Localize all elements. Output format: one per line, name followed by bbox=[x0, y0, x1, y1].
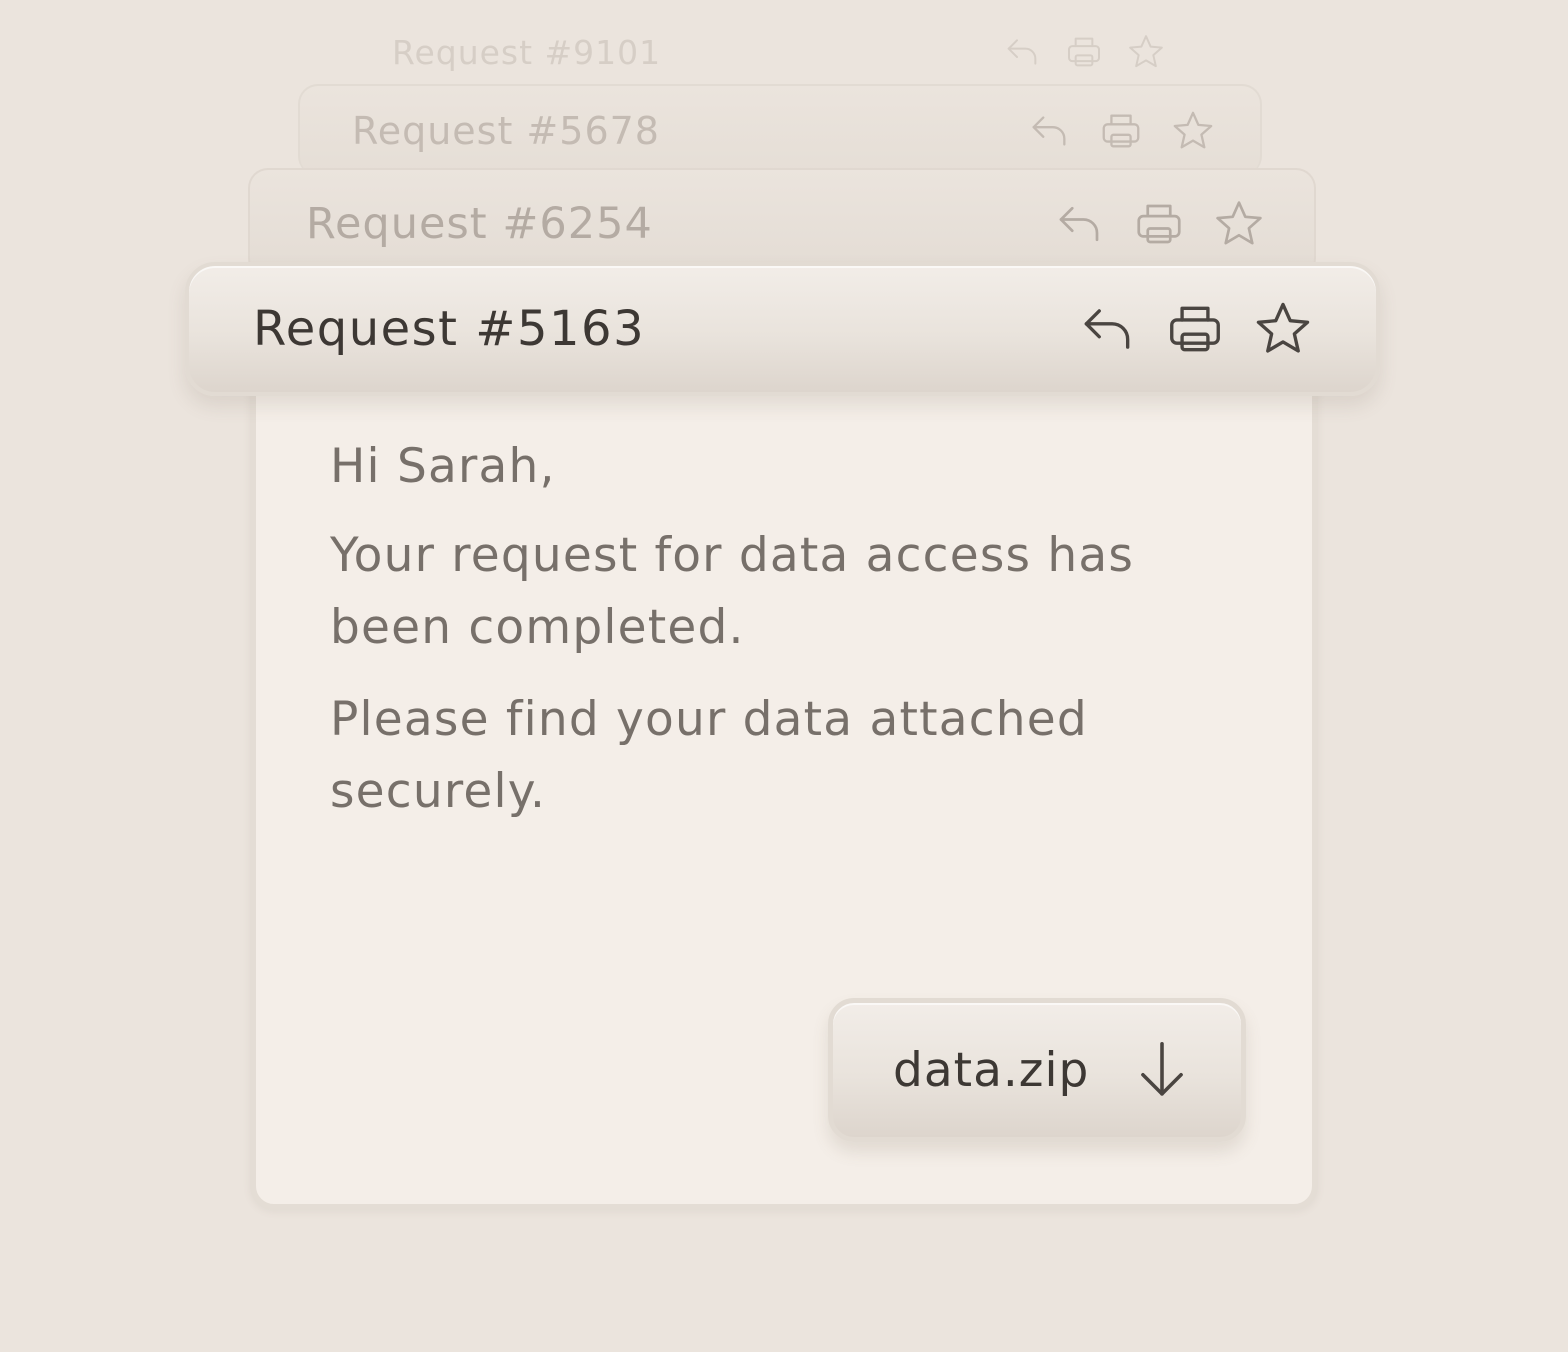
attachment-download-button[interactable]: data.zip bbox=[828, 998, 1246, 1142]
email-title: Request #5678 bbox=[352, 109, 660, 153]
email-title: Request #9101 bbox=[392, 32, 662, 72]
reply-icon[interactable] bbox=[1076, 298, 1138, 360]
star-icon[interactable] bbox=[1252, 298, 1314, 360]
email-message: Hi Sarah, Your request for data access h… bbox=[330, 428, 1210, 848]
print-icon[interactable] bbox=[1064, 32, 1104, 72]
email-body-line: Please find your data attached securely. bbox=[330, 692, 1088, 819]
print-icon[interactable] bbox=[1132, 197, 1186, 251]
email-card: Hi Sarah, Your request for data access h… bbox=[250, 350, 1318, 1210]
attachment-filename: data.zip bbox=[893, 1042, 1090, 1098]
email-title: Request #5163 bbox=[253, 301, 646, 357]
stacked-email-header-9101[interactable]: Request #9101 bbox=[330, 20, 1210, 84]
email-greeting: Hi Sarah, bbox=[330, 439, 556, 494]
reply-icon[interactable] bbox=[1026, 108, 1072, 154]
email-body-line: Your request for data access has been co… bbox=[330, 528, 1135, 655]
header-actions bbox=[1002, 32, 1166, 72]
reply-icon[interactable] bbox=[1002, 32, 1042, 72]
header-actions bbox=[1076, 298, 1314, 360]
star-icon[interactable] bbox=[1212, 197, 1266, 251]
print-icon[interactable] bbox=[1164, 298, 1226, 360]
stacked-email-header-5678[interactable]: Request #5678 bbox=[298, 84, 1262, 176]
star-icon[interactable] bbox=[1126, 32, 1166, 72]
star-icon[interactable] bbox=[1170, 108, 1216, 154]
reply-icon[interactable] bbox=[1052, 197, 1106, 251]
email-header: Request #5163 bbox=[185, 262, 1380, 396]
print-icon[interactable] bbox=[1098, 108, 1144, 154]
email-title: Request #6254 bbox=[306, 199, 653, 249]
header-actions bbox=[1052, 197, 1266, 251]
download-arrow-icon bbox=[1135, 1039, 1189, 1101]
header-actions bbox=[1026, 108, 1216, 154]
